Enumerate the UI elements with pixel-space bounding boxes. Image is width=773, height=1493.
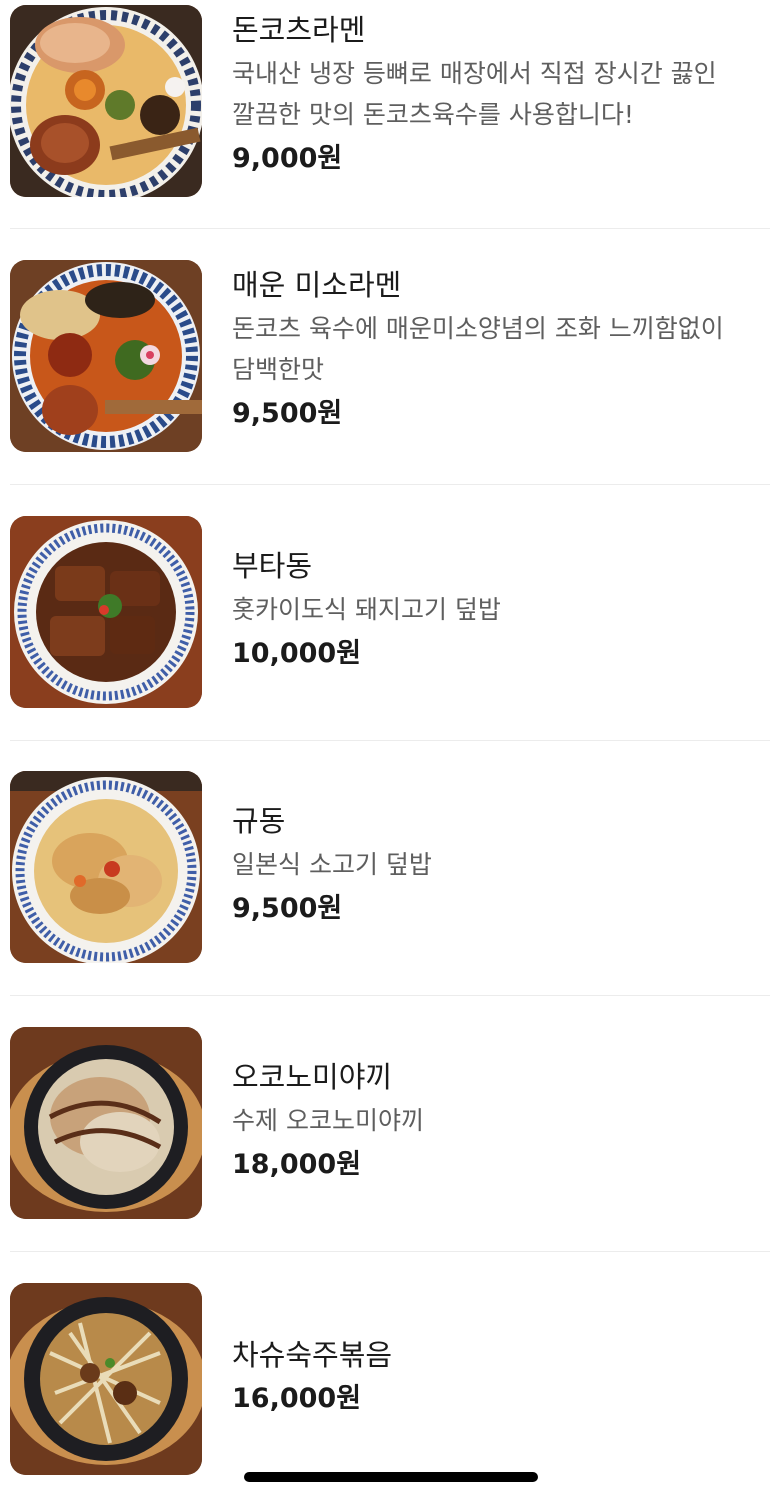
menu-item-price: 16,000원 [232, 1383, 362, 1414]
menu-item-butadon[interactable]: 부타동 홋카이도식 돼지고기 덮밥 10,000원 [10, 516, 770, 708]
menu-item-name: 규동 [232, 804, 286, 838]
chashu-bean-sprout-image [10, 1283, 202, 1475]
menu-item-gyudon[interactable]: 규동 일본식 소고기 덮밥 9,500원 [10, 771, 770, 963]
menu-item-price: 18,000원 [232, 1149, 362, 1180]
menu-item-description: 국내산 냉장 등뼈로 매장에서 직접 장시간 끓인 깔끔한 맛의 돈코츠육수를 … [232, 59, 717, 129]
tonkotsu-ramen-image [10, 5, 202, 197]
divider [10, 484, 770, 485]
menu-item-price: 9,500원 [232, 893, 343, 924]
menu-item-price: 9,500원 [232, 398, 343, 429]
menu-item-description: 수제 오코노미야끼 [232, 1106, 424, 1135]
divider [10, 740, 770, 741]
menu-item-chashu-bean-sprout[interactable]: 차슈숙주볶음 16,000원 [10, 1283, 770, 1475]
menu-item-okonomiyaki[interactable]: 오코노미야끼 수제 오코노미야끼 18,000원 [10, 1027, 770, 1219]
menu-item-price: 9,000원 [232, 143, 343, 174]
divider [10, 1251, 770, 1252]
menu-item-tonkotsu-ramen[interactable]: 돈코츠라멘 국내산 냉장 등뼈로 매장에서 직접 장시간 끓인 깔끔한 맛의 돈… [10, 5, 770, 197]
menu-item-description: 홋카이도식 돼지고기 덮밥 [232, 595, 501, 624]
menu-item-name: 오코노미야끼 [232, 1060, 393, 1094]
divider [10, 228, 770, 229]
gyudon-image [10, 771, 202, 963]
home-indicator[interactable] [244, 1472, 538, 1482]
menu-item-spicy-miso-ramen[interactable]: 매운 미소라멘 돈코츠 육수에 매운미소양념의 조화 느끼함없이 담백한맛 9,… [10, 260, 770, 452]
menu-item-description: 일본식 소고기 덮밥 [232, 850, 432, 879]
menu-item-price: 10,000원 [232, 638, 362, 669]
divider [10, 995, 770, 996]
menu-item-description: 돈코츠 육수에 매운미소양념의 조화 느끼함없이 담백한맛 [232, 314, 724, 384]
menu-item-name: 차슈숙주볶음 [232, 1338, 393, 1372]
spicy-miso-ramen-image [10, 260, 202, 452]
menu-item-name: 돈코츠라멘 [232, 13, 366, 47]
menu-item-name: 매운 미소라멘 [232, 268, 402, 302]
okonomiyaki-image [10, 1027, 202, 1219]
butadon-image [10, 516, 202, 708]
menu-item-name: 부타동 [232, 549, 313, 583]
